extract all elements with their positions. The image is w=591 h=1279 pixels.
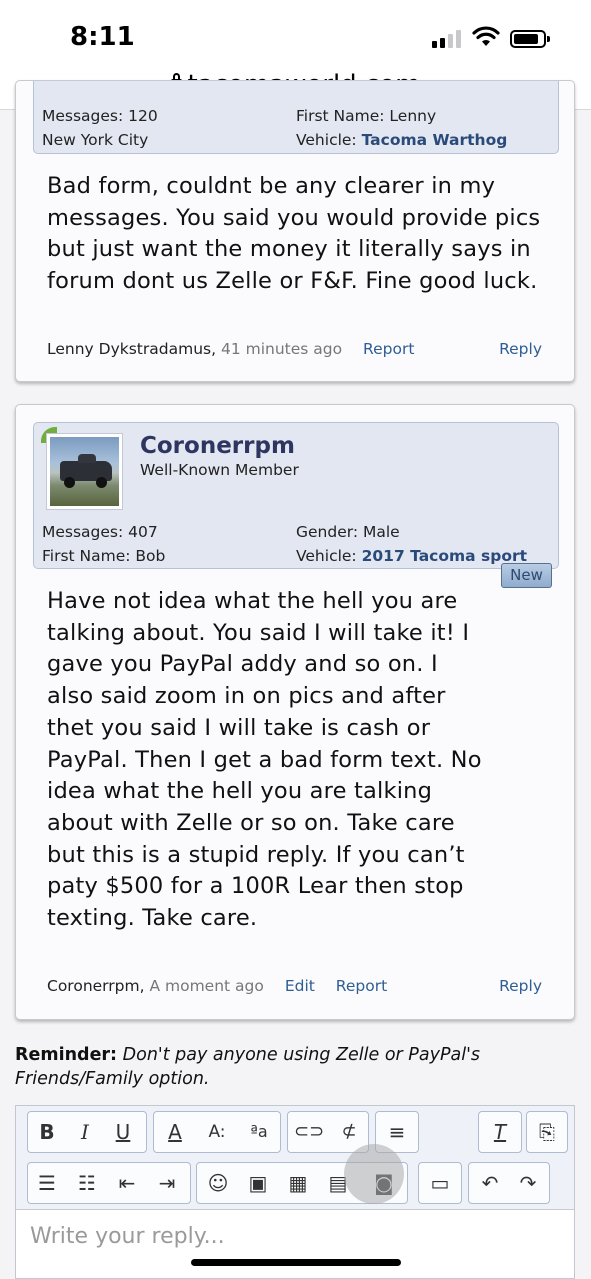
- post-line: texting. Take care.: [47, 905, 258, 932]
- post-line: also said zoom in on pics and after: [47, 683, 446, 710]
- post-line: idea what the hell you are talking: [47, 778, 433, 805]
- gender: Gender: Male: [296, 523, 400, 541]
- remove-format-icon[interactable]: T: [485, 1112, 515, 1152]
- post-line: but this is a stupid reply. If you can’t: [47, 841, 465, 868]
- first-name: First Name: Bob: [42, 547, 166, 565]
- undo-style-icon[interactable]: ⎘: [532, 1112, 562, 1152]
- vehicle-info: Vehicle: 2017 Tacoma sport: [296, 547, 527, 565]
- font-family-icon[interactable]: ªa: [244, 1112, 274, 1152]
- indent-icon[interactable]: ⇥: [152, 1163, 182, 1203]
- post-line: PayPal. Then I get a bad form text. No: [47, 746, 482, 773]
- post-line: Bad form, couldnt be any clearer in my: [47, 173, 496, 199]
- post-line: messages. You said you would provide pic…: [47, 204, 541, 231]
- bullet-list-icon[interactable]: ☰: [32, 1163, 62, 1203]
- post-footer: Coronerrpm, A moment ago Edit Report Rep…: [47, 977, 542, 995]
- user-location: New York City: [42, 131, 149, 149]
- user-title: Well-Known Member: [140, 461, 299, 479]
- status-time: 8:11: [70, 22, 135, 52]
- post-line: talking about. You said I will take it! …: [47, 619, 470, 646]
- vehicle-label: Vehicle:: [296, 131, 357, 149]
- text-style-group: B I U: [27, 1111, 147, 1153]
- post-body: Bad form, couldnt be any clearer in my m…: [47, 171, 557, 298]
- report-link[interactable]: Report: [336, 977, 387, 995]
- unlink-icon[interactable]: ⊄: [334, 1112, 364, 1152]
- cellular-signal-icon: [432, 30, 464, 48]
- report-link[interactable]: Report: [363, 340, 414, 358]
- post-line: about with Zelle or so on. Take care: [47, 809, 455, 836]
- reply-link[interactable]: Reply: [499, 340, 542, 358]
- messages-count: Messages: 407: [42, 523, 158, 541]
- font-group: A A: ªa: [153, 1111, 281, 1153]
- undo-icon[interactable]: ↶: [475, 1163, 505, 1203]
- home-indicator[interactable]: [191, 1259, 401, 1266]
- list-group: ☰ ☷ ⇤ ⇥: [27, 1162, 191, 1204]
- font-size-icon[interactable]: A:: [202, 1112, 232, 1152]
- user-info-box: Messages: 120 New York City First Name: …: [33, 81, 559, 154]
- reminder-text-2: Friends/Family option.: [15, 1069, 210, 1089]
- redo-icon[interactable]: ↷: [513, 1163, 543, 1203]
- link-icon[interactable]: ⊂⊃: [294, 1112, 324, 1152]
- history-group: ↶ ↷: [468, 1162, 550, 1204]
- undo-style-group: ⎘: [526, 1111, 568, 1153]
- bold-icon[interactable]: B: [32, 1112, 62, 1152]
- edit-link[interactable]: Edit: [285, 977, 315, 995]
- link-group: ⊂⊃ ⊄: [287, 1111, 369, 1153]
- vehicle-label: Vehicle:: [296, 547, 357, 565]
- reply-link[interactable]: Reply: [499, 977, 542, 995]
- vehicle-info: Vehicle: Tacoma Warthog: [296, 131, 507, 149]
- battery-icon: [510, 30, 550, 48]
- post-time[interactable]: A moment ago: [149, 977, 263, 995]
- vehicle-link[interactable]: Tacoma Warthog: [362, 131, 508, 149]
- reminder-text-1: Don't pay anyone using Zelle or PayPal's: [122, 1045, 481, 1065]
- post-line: but just want the money it literally say…: [47, 236, 531, 263]
- post-line: paty $500 for a 100R Lear then stop: [47, 873, 464, 900]
- reply-input[interactable]: Write your reply...: [30, 1224, 225, 1249]
- first-name: First Name: Lenny: [296, 107, 437, 125]
- editor-toolbar: B I U A A: ªa ⊂⊃ ⊄ ≡ T ⎘ ☰ ☷ ⇤ ⇥ ☺ ▣ ▦ ▤…: [16, 1106, 574, 1210]
- draft-group: ▭: [418, 1162, 462, 1204]
- new-badge: New: [501, 563, 552, 588]
- post-body: Have not idea what the hell you are talk…: [47, 586, 557, 935]
- outdent-icon[interactable]: ⇤: [112, 1163, 142, 1203]
- numbered-list-icon[interactable]: ☷: [72, 1163, 102, 1203]
- text-color-icon[interactable]: A: [160, 1112, 190, 1152]
- assistive-touch-icon[interactable]: [344, 1144, 404, 1204]
- save-draft-icon[interactable]: ▭: [425, 1163, 455, 1203]
- media-icon[interactable]: ▦: [283, 1163, 313, 1203]
- status-bar: 8:11: [0, 0, 591, 66]
- italic-icon[interactable]: I: [70, 1112, 100, 1152]
- post-author[interactable]: Lenny Dykstradamus,: [47, 340, 216, 358]
- post-line: thet you said I will take is cash or: [47, 714, 431, 741]
- remove-format-group: T: [478, 1111, 522, 1153]
- post-line: Have not idea what the hell you are: [47, 588, 458, 614]
- avatar[interactable]: [46, 433, 123, 510]
- username[interactable]: Coronerrpm: [140, 433, 295, 459]
- wifi-icon: [472, 26, 500, 46]
- post-line: forum dont us Zelle or F&F. Fine good lu…: [47, 268, 538, 295]
- payment-reminder: Reminder: Don't pay anyone using Zelle o…: [15, 1043, 575, 1091]
- underline-icon[interactable]: U: [108, 1112, 138, 1152]
- post-footer: Lenny Dykstradamus, 41 minutes ago Repor…: [47, 340, 542, 358]
- image-icon[interactable]: ▣: [243, 1163, 273, 1203]
- post-card: Coronerrpm Well-Known Member Messages: 4…: [15, 404, 575, 1020]
- user-info-box: Coronerrpm Well-Known Member Messages: 4…: [33, 422, 559, 569]
- reminder-label: Reminder:: [15, 1045, 118, 1065]
- post-card: Messages: 120 New York City First Name: …: [15, 80, 575, 382]
- post-time[interactable]: 41 minutes ago: [221, 340, 342, 358]
- post-author[interactable]: Coronerrpm,: [47, 977, 145, 995]
- post-line: gave you PayPal addy and so on. I: [47, 651, 438, 678]
- messages-count: Messages: 120: [42, 107, 158, 125]
- smilie-icon[interactable]: ☺: [203, 1163, 233, 1203]
- reply-editor: B I U A A: ªa ⊂⊃ ⊄ ≡ T ⎘ ☰ ☷ ⇤ ⇥ ☺ ▣ ▦ ▤…: [15, 1105, 575, 1279]
